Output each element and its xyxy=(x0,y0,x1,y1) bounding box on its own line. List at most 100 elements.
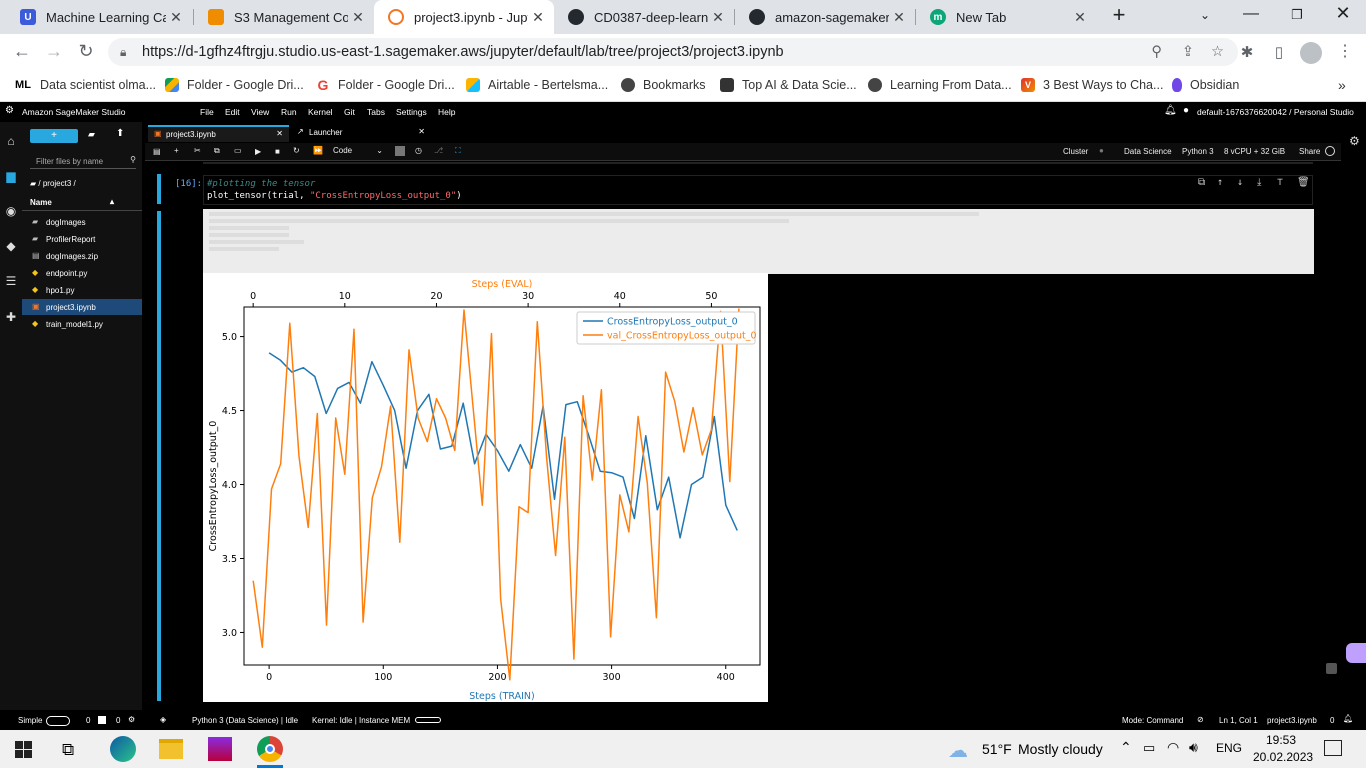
chrome-icon[interactable] xyxy=(257,736,283,762)
instance-button[interactable]: 8 vCPU + 32 GiB xyxy=(1224,147,1285,156)
status-bell-icon[interactable]: 🔔︎ xyxy=(1343,714,1353,723)
windows-start-icon[interactable] xyxy=(15,741,32,758)
clock-time[interactable]: 19:53 xyxy=(1266,733,1296,747)
share-icon[interactable]: ⇪ xyxy=(1182,38,1194,66)
paste-icon[interactable]: ▭ xyxy=(234,146,242,155)
bookmark-bookmarks[interactable]: Bookmarks xyxy=(621,70,706,100)
window-close-icon[interactable]: ✕ xyxy=(1328,3,1358,24)
zoom-icon[interactable]: ⚲ xyxy=(1151,38,1162,66)
back-arrow-icon[interactable]: ← xyxy=(11,41,33,62)
new-tab-plus-icon[interactable]: + xyxy=(1104,2,1134,28)
browser-tab-amazon-sagemaker[interactable]: amazon-sagemaker-e ✕ xyxy=(735,0,915,34)
cell-collapser[interactable] xyxy=(157,174,161,204)
close-tab-icon[interactable]: ✕ xyxy=(889,9,909,26)
file-browser-icon[interactable]: ▆ xyxy=(4,169,18,183)
close-tab-icon[interactable]: ✕ xyxy=(348,9,368,26)
bookmark-folder-drive-1[interactable]: Folder - Google Dri... xyxy=(165,70,304,100)
upload-icon[interactable]: ⬆ xyxy=(116,128,124,139)
copy-icon[interactable]: ⧉ xyxy=(214,146,220,156)
git-diff-icon[interactable]: ⎇ xyxy=(434,146,443,155)
clock-date[interactable]: 20.02.2023 xyxy=(1253,750,1313,764)
run-icon[interactable]: ▶ xyxy=(255,147,261,156)
cluster-button[interactable]: Cluster xyxy=(1063,147,1088,156)
move-down-icon[interactable]: ↓ xyxy=(1237,177,1243,188)
insert-below-icon[interactable]: ⊤ xyxy=(1277,177,1283,188)
menu-run[interactable]: Run xyxy=(281,107,297,117)
resize-icon[interactable]: ⛶ xyxy=(455,146,461,156)
close-tab-icon[interactable]: ✕ xyxy=(708,9,728,26)
output-collapser[interactable] xyxy=(157,211,161,701)
close-tab-icon[interactable]: ✕ xyxy=(1070,9,1090,26)
insert-above-icon[interactable]: ⤓ xyxy=(1257,177,1261,188)
new-folder-icon[interactable]: ▰ xyxy=(88,129,95,140)
file-item[interactable]: ◆ hpo1.py xyxy=(22,282,142,298)
cut-icon[interactable]: ✂ xyxy=(194,146,201,155)
table-of-contents-icon[interactable]: ☰ xyxy=(4,274,18,288)
volume-icon[interactable]: 🔊︎ xyxy=(1189,739,1198,756)
mode-indicator[interactable]: Mode: Command xyxy=(1122,716,1183,725)
menu-kernel[interactable]: Kernel xyxy=(308,107,333,117)
file-item[interactable]: ▣ project3.ipynb xyxy=(22,299,142,315)
bookmark-obsidian[interactable]: Obsidian xyxy=(1172,70,1239,100)
menu-file[interactable]: File xyxy=(200,107,214,117)
menu-kebab-icon[interactable]: ⋮ xyxy=(1334,41,1356,61)
tray-chevron-icon[interactable]: ⌃ xyxy=(1120,739,1132,756)
more-bookmarks-chevron-icon[interactable]: » xyxy=(1338,70,1346,100)
kernel-name-button[interactable]: Python 3 xyxy=(1182,147,1214,156)
browser-tab-new-tab[interactable]: m New Tab ✕ xyxy=(916,0,1096,34)
language-indicator[interactable]: ENG xyxy=(1216,741,1242,755)
menu-git[interactable]: Git xyxy=(344,107,355,117)
menu-edit[interactable]: Edit xyxy=(225,107,240,117)
file-item[interactable]: ◆ train_model1.py xyxy=(22,316,142,332)
notification-bell-icon[interactable]: 🔔︎ xyxy=(1164,105,1177,116)
insert-cell-icon[interactable]: + xyxy=(174,146,179,155)
duplicate-cell-icon[interactable]: ⧉ xyxy=(1198,177,1205,188)
weather-temp[interactable]: 51°F xyxy=(982,741,1012,757)
menu-help[interactable]: Help xyxy=(438,107,455,117)
winrar-icon[interactable] xyxy=(208,737,232,761)
tab-search-chevron-icon[interactable]: ⌄ xyxy=(1190,8,1220,22)
bookmark-data-scientist[interactable]: ML Data scientist olma... xyxy=(14,70,156,100)
feedback-chat-icon[interactable] xyxy=(1346,643,1366,663)
side-panel-icon[interactable]: ▯ xyxy=(1268,43,1290,61)
git-icon[interactable]: ◆ xyxy=(4,239,18,253)
clock-icon[interactable]: ◷ xyxy=(415,146,422,155)
simple-mode-toggle[interactable] xyxy=(46,716,70,726)
bookmark-3-best-ways[interactable]: V 3 Best Ways to Cha... xyxy=(1021,70,1163,100)
bookmark-top-ai[interactable]: Top AI & Data Scie... xyxy=(720,70,857,100)
new-launcher-button[interactable]: + xyxy=(30,129,78,143)
doc-tab-launcher[interactable]: ↗ Launcher ✕ xyxy=(291,125,431,142)
share-button[interactable]: Share xyxy=(1299,147,1320,156)
close-tab-icon[interactable]: ✕ xyxy=(166,9,186,26)
restart-icon[interactable]: ↻ xyxy=(293,146,300,155)
edge-icon[interactable] xyxy=(110,736,136,762)
menu-tabs[interactable]: Tabs xyxy=(367,107,385,117)
forward-arrow-icon[interactable]: → xyxy=(43,41,65,62)
address-bar[interactable]: 🔒︎ https://d-1gfhz4ftrgju.studio.us-east… xyxy=(108,38,1238,66)
weather-cloud-icon[interactable]: ☁ xyxy=(948,738,968,763)
code-cell-input[interactable]: #plotting the tensor plot_tensor(trial, … xyxy=(203,175,1313,205)
profile-avatar[interactable] xyxy=(1300,42,1322,64)
git-branch-icon[interactable]: ◈ xyxy=(160,715,166,724)
bookmark-star-icon[interactable]: ☆ xyxy=(1211,38,1224,66)
filter-files-input[interactable]: Filter files by name ⚲ xyxy=(30,153,136,169)
home-icon[interactable]: ⌂ xyxy=(4,134,18,148)
dollar-icon[interactable] xyxy=(395,146,405,156)
task-view-icon[interactable]: ⧉ xyxy=(62,740,74,760)
minimize-icon[interactable]: — xyxy=(1236,5,1266,23)
settings-gear-icon[interactable]: ⚙ xyxy=(1349,134,1360,148)
restore-icon[interactable]: ❐ xyxy=(1282,7,1312,23)
menu-view[interactable]: View xyxy=(251,107,269,117)
doc-tab-project3[interactable]: ▣ project3.ipynb ✕ xyxy=(148,125,289,142)
running-terminals-icon[interactable]: ◉ xyxy=(4,204,18,218)
breadcrumb[interactable]: ▰ / project3 / xyxy=(30,179,76,188)
name-column-header[interactable]: Name ▴ xyxy=(22,195,142,211)
extensions-icon[interactable]: ✱ xyxy=(1236,43,1258,61)
kernel-env-button[interactable]: Data Science xyxy=(1124,147,1172,156)
fast-forward-icon[interactable]: ⏩ xyxy=(313,146,323,155)
menu-settings[interactable]: Settings xyxy=(396,107,427,117)
stop-icon[interactable]: ■ xyxy=(275,147,280,156)
kernel-info[interactable]: Python 3 (Data Science) | Idle xyxy=(192,716,298,725)
browser-tab-machine-learning[interactable]: U Machine Learning Cap ✕ xyxy=(6,0,192,34)
notifications-icon[interactable] xyxy=(1324,740,1342,756)
